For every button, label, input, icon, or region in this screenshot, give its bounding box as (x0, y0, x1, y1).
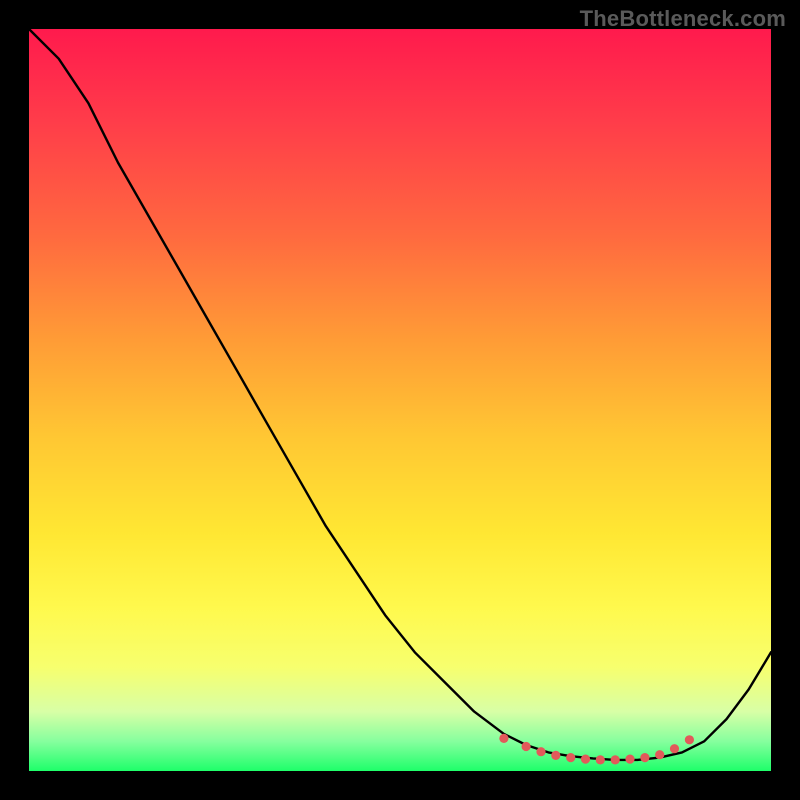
valley-marker (566, 753, 575, 762)
valley-markers (499, 734, 694, 765)
valley-marker (611, 755, 620, 764)
valley-marker (625, 755, 634, 764)
chart-frame: TheBottleneck.com (0, 0, 800, 800)
valley-marker (596, 755, 605, 764)
bottleneck-curve-path (29, 29, 771, 760)
valley-marker (536, 747, 545, 756)
valley-marker (499, 734, 508, 743)
plot-area (29, 29, 771, 771)
main-curve (29, 29, 771, 760)
valley-marker (640, 753, 649, 762)
valley-marker (522, 742, 531, 751)
valley-marker (655, 750, 664, 759)
chart-overlay (29, 29, 771, 771)
valley-marker (670, 744, 679, 753)
valley-marker (581, 755, 590, 764)
valley-marker (551, 751, 560, 760)
valley-marker (685, 735, 694, 744)
